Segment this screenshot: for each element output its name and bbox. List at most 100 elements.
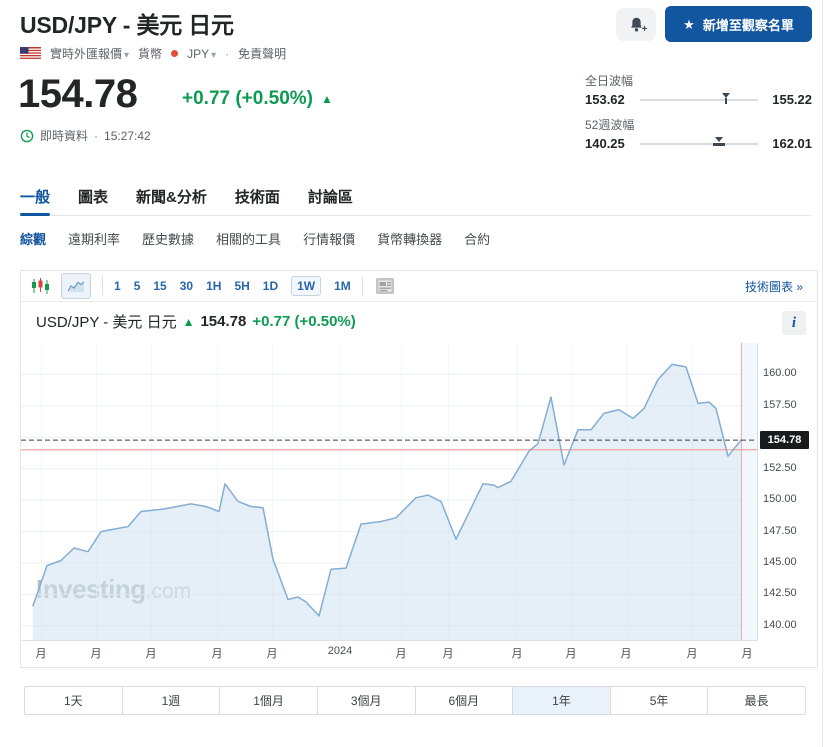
main-tabs: 一般圖表新聞&分析技術面討論區 [20, 186, 811, 216]
x-axis-label: 月 [497, 645, 537, 661]
divider [102, 277, 103, 295]
tab-1[interactable]: 圖表 [78, 186, 108, 215]
period-button-4[interactable]: 6個月 [415, 687, 513, 714]
tab-4[interactable]: 討論區 [308, 186, 353, 215]
subtab-3[interactable]: 相關的工具 [216, 229, 281, 248]
period-button-5[interactable]: 1年 [512, 687, 610, 714]
separator: · [225, 47, 229, 61]
quote-status: 即時資料 · 15:27:42 [20, 127, 151, 144]
tab-2[interactable]: 新聞&分析 [136, 186, 207, 215]
timeframe-1W[interactable]: 1W [291, 276, 321, 296]
up-triangle-icon: ▲ [183, 315, 195, 329]
last-price: 154.78 [18, 72, 137, 117]
star-icon: ★ [683, 18, 695, 31]
daily-range-label: 全日波幅 [585, 72, 812, 89]
quote-time: 15:27:42 [104, 129, 151, 143]
status-label: 即時資料 [40, 127, 88, 144]
52wk-range-slider [640, 137, 758, 151]
timeframe-1D[interactable]: 1D [263, 279, 278, 293]
up-triangle-icon: ▲ [321, 92, 333, 106]
x-axis-label: 月 [21, 645, 61, 661]
subtab-2[interactable]: 歷史數據 [142, 229, 194, 248]
breadcrumb: 實時外匯報價▾ 貨幣 JPY▾ · 免責聲明 [20, 45, 286, 62]
timeframe-1M[interactable]: 1M [334, 279, 351, 293]
candlestick-chart-icon[interactable] [31, 277, 50, 295]
change-value: +0.77 (+0.50%) [182, 88, 313, 110]
x-axis-label: 2024 [320, 645, 360, 657]
tab-0[interactable]: 一般 [20, 186, 50, 215]
daily-range-slider [640, 93, 758, 107]
x-axis-label: 月 [551, 645, 591, 661]
quote-type-dropdown[interactable]: 實時外匯報價▾ [50, 45, 129, 62]
chart-change: +0.77 (+0.50%) [252, 313, 355, 330]
bullet-icon [171, 50, 178, 57]
subtab-5[interactable]: 貨幣轉換器 [377, 229, 442, 248]
period-button-1[interactable]: 1週 [122, 687, 220, 714]
tab-3[interactable]: 技術面 [235, 186, 280, 215]
x-axis-label: 月 [428, 645, 468, 661]
chart-widget: 15 15 30 1H 5H 1D 1W 1M 技術圖表 » USD/JPY - 美元 日元 … [20, 270, 818, 668]
bell-add-icon: + [628, 16, 645, 33]
technical-chart-link[interactable]: 技術圖表 » [745, 278, 803, 295]
subtab-1[interactable]: 遠期利率 [68, 229, 120, 248]
daily-range-low: 153.62 [585, 92, 632, 107]
area-chart-icon[interactable] [61, 273, 91, 299]
sub-tabs: 綜觀 遠期利率 歷史數據 相關的工具 行情報價 貨幣轉換器 合約 [20, 229, 490, 248]
subtab-6[interactable]: 合約 [464, 229, 490, 248]
scrollbar-track [822, 0, 823, 747]
page: USD/JPY - 美元 日元 實時外匯報價▾ 貨幣 JPY▾ · 免責聲明 +… [0, 0, 831, 747]
chart-plot-area[interactable] [21, 343, 758, 641]
daily-range: 153.62 155.22 [585, 92, 812, 107]
timeframe-5H[interactable]: 5H [234, 279, 249, 293]
us-flag-icon [20, 47, 41, 60]
period-button-0[interactable]: 1天 [25, 687, 122, 714]
info-icon[interactable]: i [782, 311, 806, 335]
period-button-3[interactable]: 3個月 [317, 687, 415, 714]
category-link[interactable]: 貨幣 [138, 45, 162, 62]
timeframe-5[interactable]: 5 [134, 279, 141, 293]
52wk-range: 140.25 162.01 [585, 136, 812, 151]
watchlist-button-label: 新增至觀察名單 [703, 15, 794, 34]
subtab-4[interactable]: 行情報價 [303, 229, 355, 248]
future-strip [741, 343, 757, 640]
52wk-range-low: 140.25 [585, 136, 632, 151]
y-axis-label: 150.00 [763, 493, 815, 505]
period-button-7[interactable]: 最長 [707, 687, 805, 714]
timeframe-15[interactable]: 15 [153, 279, 166, 293]
chart-symbol: USD/JPY - 美元 日元 [36, 311, 177, 332]
chart-toolbar: 15 15 30 1H 5H 1D 1W 1M 技術圖表 » [21, 271, 817, 302]
x-axis-label: 月 [76, 645, 116, 661]
52wk-range-high: 162.01 [766, 136, 812, 151]
x-axis-label: 月 [606, 645, 646, 661]
x-axis-label: 月 [197, 645, 237, 661]
page-title: USD/JPY - 美元 日元 [20, 6, 234, 40]
52wk-range-label: 52週波幅 [585, 116, 812, 133]
chart-price: 154.78 [200, 313, 246, 330]
x-axis-label: 月 [381, 645, 421, 661]
x-axis-label: 月 [727, 645, 767, 661]
y-axis-label: 145.00 [763, 556, 815, 568]
news-layout-icon[interactable] [374, 277, 396, 295]
x-axis-label: 月 [672, 645, 712, 661]
currency-dropdown[interactable]: JPY▾ [187, 47, 216, 61]
current-price-badge: 154.78 [760, 431, 809, 449]
chevron-down-icon: ▾ [211, 50, 216, 61]
timeframe-30[interactable]: 30 [180, 279, 193, 293]
period-button-2[interactable]: 1個月 [219, 687, 317, 714]
y-axis-label: 160.00 [763, 367, 815, 379]
chart-title: USD/JPY - 美元 日元 ▲ 154.78 +0.77 (+0.50%) [36, 311, 356, 332]
x-axis-label: 月 [252, 645, 292, 661]
y-axis-label: 140.00 [763, 619, 815, 631]
disclaimer-link[interactable]: 免責聲明 [238, 45, 286, 62]
period-selector: 1天1週1個月3個月6個月1年5年最長 [24, 686, 806, 715]
timeframe-group: 15 15 30 1H 5H 1D 1W 1M [114, 276, 351, 296]
daily-range-marker [720, 93, 732, 104]
period-button-6[interactable]: 5年 [610, 687, 708, 714]
52wk-range-marker [713, 137, 725, 146]
timeframe-1H[interactable]: 1H [206, 279, 221, 293]
subtab-0[interactable]: 綜觀 [20, 229, 46, 248]
create-alert-button[interactable]: + [616, 8, 656, 41]
add-to-watchlist-button[interactable]: ★ 新增至觀察名單 [665, 6, 812, 42]
timeframe-1[interactable]: 1 [114, 279, 121, 293]
y-axis-label: 147.50 [763, 525, 815, 537]
